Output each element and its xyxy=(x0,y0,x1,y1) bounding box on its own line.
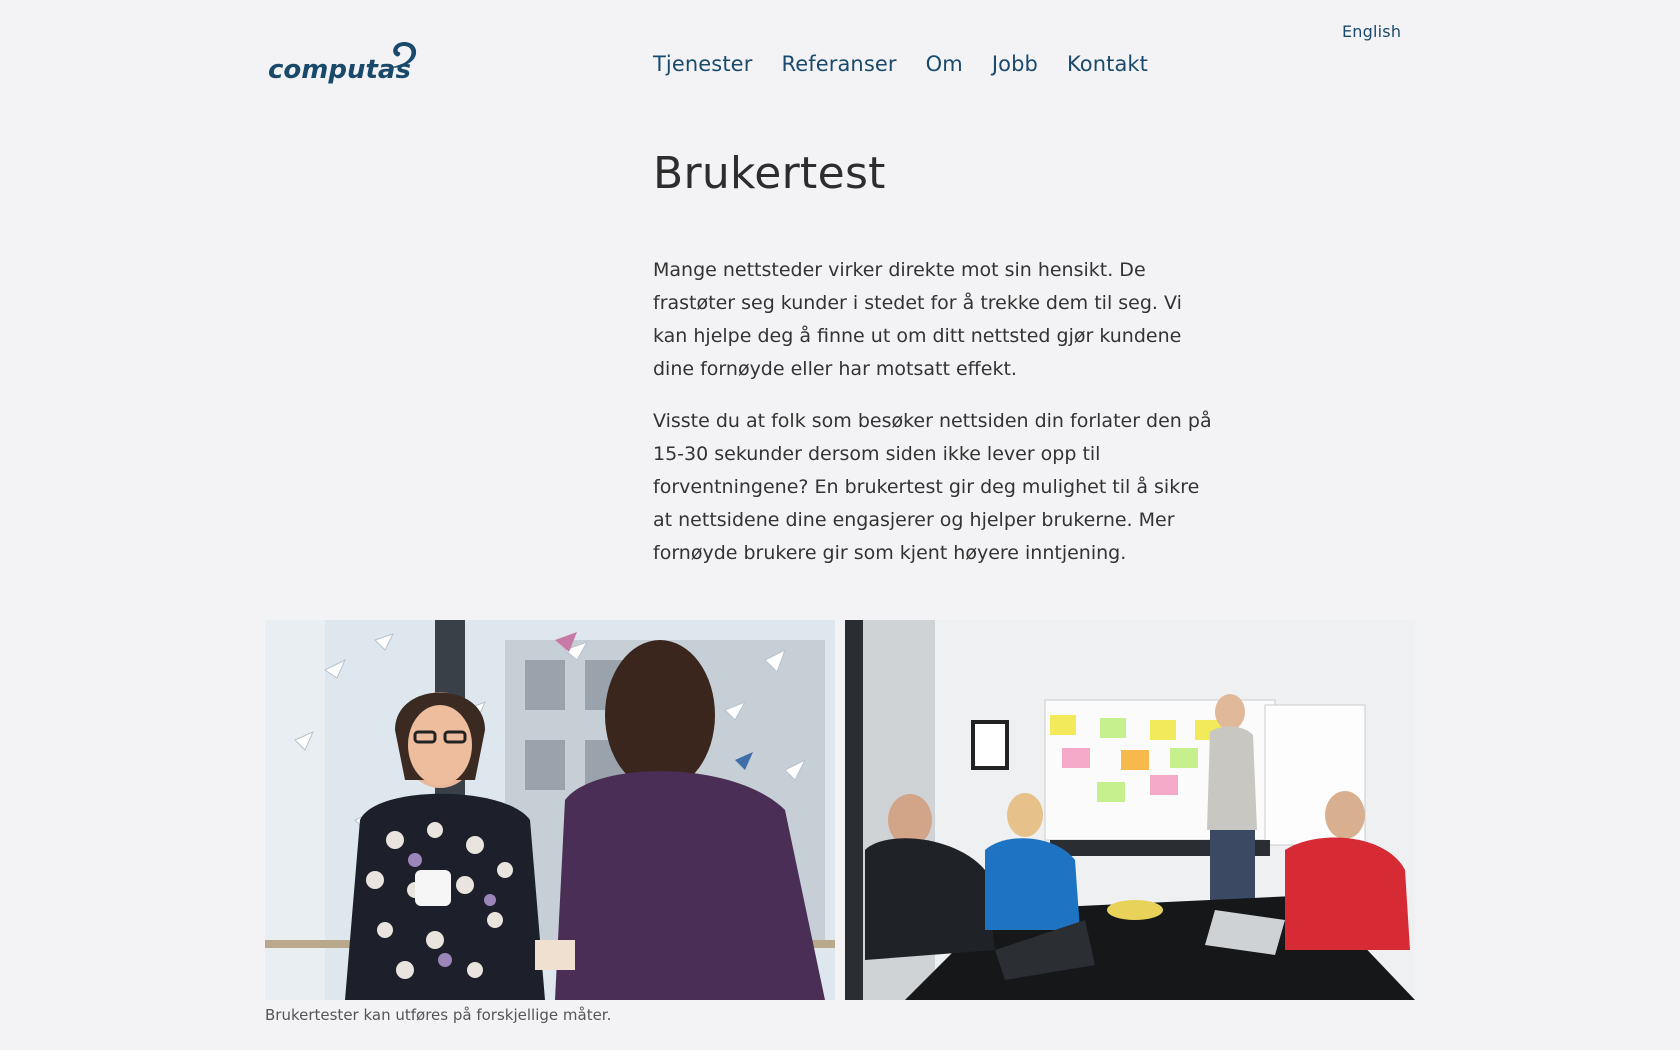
nav-tjenester[interactable]: Tjenester xyxy=(653,52,752,76)
language-switch-link[interactable]: English xyxy=(1342,22,1401,41)
paragraph-2: Visste du at folk som besøker nettsiden … xyxy=(653,410,1212,564)
paragraph-1: Mange nettsteder virker direkte mot sin … xyxy=(653,259,1182,380)
intro-text: Mange nettsteder virker direkte mot sin … xyxy=(653,254,1213,589)
nav-referanser[interactable]: Referanser xyxy=(781,52,896,76)
image-caption: Brukertester kan utføres på forskjellige… xyxy=(265,1006,612,1024)
photo-conversation xyxy=(265,620,835,1000)
computas-logo-mark: computas xyxy=(268,42,417,85)
nav-kontakt[interactable]: Kontakt xyxy=(1067,52,1148,76)
svg-text:computas: computas xyxy=(268,55,411,85)
nav-om[interactable]: Om xyxy=(926,52,963,76)
computas-logo[interactable]: computas xyxy=(268,38,420,88)
page-title: Brukertest xyxy=(653,148,886,199)
nav-jobb[interactable]: Jobb xyxy=(992,52,1038,76)
main-navigation: Tjenester Referanser Om Jobb Kontakt xyxy=(653,52,1177,76)
photo-meeting-room xyxy=(845,620,1415,1000)
